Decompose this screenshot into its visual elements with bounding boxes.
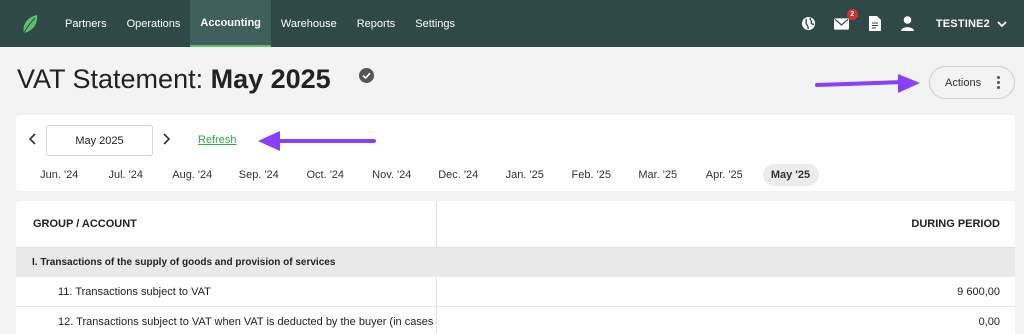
- row-label: 11. Transactions subject to VAT: [16, 277, 437, 306]
- table-header-row: GROUP / ACCOUNT DURING PERIOD: [16, 201, 1015, 248]
- chevron-left-icon[interactable]: [27, 132, 39, 146]
- verified-check-icon: [359, 68, 374, 83]
- nav-item-operations[interactable]: Operations: [117, 0, 191, 47]
- chevron-down-icon[interactable]: [996, 18, 1008, 30]
- vat-table: GROUP / ACCOUNT DURING PERIOD I. Transac…: [16, 201, 1015, 334]
- refresh-link[interactable]: Refresh: [198, 134, 237, 146]
- table-group-row: I. Transactions of the supply of goods a…: [16, 248, 1015, 277]
- kebab-menu-icon: [997, 76, 1001, 89]
- page-title-prefix: VAT Statement:: [17, 64, 211, 94]
- leaf-logo-icon[interactable]: [19, 13, 41, 35]
- month-tab[interactable]: Jan. '25: [492, 164, 559, 186]
- nav-item-warehouse[interactable]: Warehouse: [271, 0, 347, 47]
- user-menu[interactable]: TESTINE2: [936, 18, 990, 30]
- document-icon[interactable]: [867, 16, 883, 32]
- nav-item-settings[interactable]: Settings: [405, 0, 465, 47]
- table-row[interactable]: 12. Transactions subject to VAT when VAT…: [16, 307, 1015, 334]
- month-tab[interactable]: Oct. '24: [292, 164, 359, 186]
- user-icon[interactable]: [900, 16, 916, 32]
- month-tab[interactable]: Jul. '24: [93, 164, 160, 186]
- column-header-group-account: GROUP / ACCOUNT: [16, 201, 437, 247]
- month-tab[interactable]: Apr. '25: [691, 164, 758, 186]
- top-right-toolbar: 2 TESTINE2: [784, 0, 1008, 47]
- annotation-arrow-right-icon: [815, 74, 920, 93]
- month-strip: Jun. '24 Jul. '24 Aug. '24 Sep. '24 Oct.…: [26, 164, 819, 186]
- period-selector-card: May 2025 Refresh Jun. '24 Jul. '24 Aug. …: [16, 115, 1015, 191]
- page-title-period: May 2025: [210, 64, 331, 94]
- month-tab[interactable]: Sep. '24: [226, 164, 293, 186]
- nav-item-accounting[interactable]: Accounting: [190, 0, 271, 47]
- messages-icon[interactable]: 2: [834, 8, 858, 32]
- month-tab[interactable]: Jun. '24: [26, 164, 93, 186]
- month-tab[interactable]: Nov. '24: [359, 164, 426, 186]
- month-tab[interactable]: Feb. '25: [558, 164, 625, 186]
- column-header-during-period: DURING PERIOD: [911, 218, 1000, 230]
- month-tab[interactable]: Dec. '24: [425, 164, 492, 186]
- nav-item-partners[interactable]: Partners: [55, 0, 117, 47]
- globe-icon[interactable]: [801, 16, 817, 32]
- chevron-right-icon[interactable]: [160, 132, 172, 146]
- messages-badge: 2: [846, 8, 858, 20]
- month-tab[interactable]: Aug. '24: [159, 164, 226, 186]
- top-navigation-bar: Partners Operations Accounting Warehouse…: [0, 0, 1024, 47]
- period-input[interactable]: May 2025: [46, 125, 153, 156]
- table-row[interactable]: 11. Transactions subject to VAT 9 600,00: [16, 277, 1015, 307]
- month-tab-active[interactable]: May '25: [762, 164, 819, 186]
- month-tab[interactable]: Mar. '25: [625, 164, 692, 186]
- row-label: 12. Transactions subject to VAT when VAT…: [16, 307, 437, 334]
- actions-label: Actions: [945, 76, 982, 89]
- row-value: 0,00: [978, 315, 1000, 328]
- annotation-arrow-left-icon: [258, 131, 376, 151]
- actions-button[interactable]: Actions: [929, 66, 1015, 99]
- page-title: VAT Statement: May 2025: [17, 64, 331, 95]
- group-label: I. Transactions of the supply of goods a…: [32, 257, 336, 268]
- row-value: 9 600,00: [957, 285, 1000, 298]
- nav-item-reports[interactable]: Reports: [347, 0, 406, 47]
